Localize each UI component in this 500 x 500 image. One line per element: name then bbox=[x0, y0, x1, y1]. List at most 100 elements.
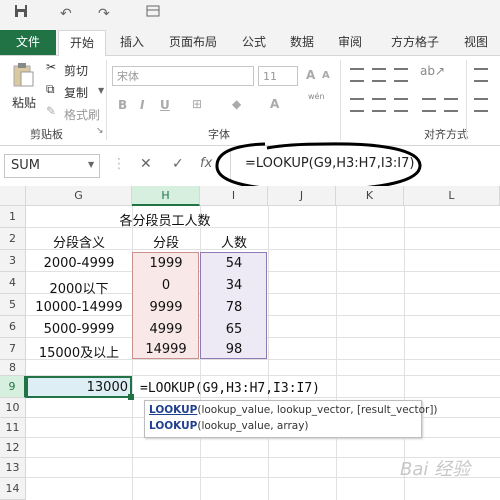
increase-indent-icon[interactable] bbox=[444, 98, 458, 112]
font-size-combo[interactable]: 11 bbox=[258, 66, 298, 86]
name-box-dropdown-icon[interactable]: ▼ bbox=[88, 160, 94, 169]
cell-g9-value: 13000 bbox=[86, 380, 128, 395]
tab-fangfang[interactable]: 方方格子 bbox=[380, 30, 450, 55]
header-count: 人数 bbox=[220, 236, 247, 251]
select-all-corner[interactable] bbox=[0, 186, 26, 206]
format-painter-icon[interactable]: ✎ bbox=[46, 104, 56, 118]
table-cell[interactable]: 2000-4999 bbox=[26, 256, 132, 271]
row-header-1[interactable]: 1 bbox=[0, 206, 26, 228]
wrap-text-icon[interactable] bbox=[474, 68, 488, 82]
row-header-4[interactable]: 4 bbox=[0, 272, 26, 294]
table-cell[interactable]: 78 bbox=[200, 300, 268, 315]
row-header-3[interactable]: 3 bbox=[0, 250, 26, 272]
align-center-icon[interactable] bbox=[372, 98, 386, 112]
middle-align-icon[interactable] bbox=[372, 68, 386, 82]
quick-access-toolbar: ↶ ↷ bbox=[0, 0, 500, 30]
row-header-7[interactable]: 7 bbox=[0, 338, 26, 360]
row-header-8[interactable]: 8 bbox=[0, 360, 26, 376]
gridline bbox=[336, 206, 337, 500]
in-cell-formula-editor[interactable]: =LOOKUP(G9,H3:H7,I3:I7) bbox=[140, 381, 320, 396]
table-cell[interactable]: 5000-9999 bbox=[26, 322, 132, 337]
copy-button[interactable]: 复制 bbox=[64, 84, 88, 101]
fill-handle[interactable] bbox=[128, 394, 134, 400]
tab-insert[interactable]: 插入 bbox=[110, 30, 154, 55]
table-cell[interactable]: 9999 bbox=[132, 300, 200, 315]
redo-icon[interactable]: ↷ bbox=[98, 4, 110, 24]
column-header-g[interactable]: G bbox=[26, 186, 132, 206]
table-cell[interactable]: 34 bbox=[200, 278, 268, 293]
font-name-combo[interactable]: 宋体 bbox=[112, 66, 254, 86]
orientation-icon[interactable]: ab↗ bbox=[420, 64, 445, 78]
tab-home[interactable]: 开始 bbox=[58, 30, 106, 57]
underline-button[interactable]: U bbox=[160, 98, 170, 112]
bottom-align-icon[interactable] bbox=[394, 68, 408, 82]
table-cell[interactable]: 10000-14999 bbox=[26, 300, 132, 315]
row-header-10[interactable]: 10 bbox=[0, 398, 26, 418]
cut-icon[interactable]: ✂ bbox=[46, 60, 56, 74]
table-cell[interactable]: 2000以下 bbox=[26, 278, 132, 297]
top-align-icon[interactable] bbox=[350, 68, 364, 82]
table-cell[interactable]: 0 bbox=[132, 278, 200, 293]
table-cell[interactable]: 4999 bbox=[132, 322, 200, 337]
copy-icon[interactable]: ⧉ bbox=[46, 82, 55, 97]
table-cell[interactable]: 15000及以上 bbox=[26, 342, 132, 361]
fill-color-icon[interactable]: ◆ bbox=[232, 97, 241, 111]
table-cell[interactable]: 65 bbox=[200, 322, 268, 337]
tab-file[interactable]: 文件 bbox=[0, 30, 56, 55]
sheet-icon[interactable] bbox=[146, 4, 160, 24]
row-header-11[interactable]: 11 bbox=[0, 418, 26, 438]
more-icon: ⋮ bbox=[112, 156, 126, 172]
row-header-6[interactable]: 6 bbox=[0, 316, 26, 338]
table-cell[interactable]: 14999 bbox=[132, 342, 200, 357]
decrease-indent-icon[interactable] bbox=[422, 98, 436, 112]
copy-dropdown-icon[interactable]: ▼ bbox=[98, 86, 104, 95]
lookup-function-link[interactable]: LOOKUP bbox=[149, 404, 197, 416]
row-header-12[interactable]: 12 bbox=[0, 438, 26, 458]
vector-signature-text: (lookup_value, lookup_vector, [result_ve… bbox=[197, 404, 438, 416]
alignment-group-label: 对齐方式 bbox=[424, 128, 468, 141]
borders-icon[interactable]: ⊞ bbox=[192, 97, 202, 111]
gridline bbox=[268, 206, 269, 500]
shrink-font-icon[interactable]: A bbox=[322, 70, 330, 81]
clipboard-launcher-icon[interactable]: ↘ bbox=[96, 126, 104, 136]
column-header-h[interactable]: H bbox=[132, 186, 200, 206]
undo-icon[interactable]: ↶ bbox=[60, 4, 72, 24]
tab-data[interactable]: 数据 bbox=[282, 30, 322, 55]
row-header-13[interactable]: 13 bbox=[0, 458, 26, 478]
ribbon: 粘贴 ✂ 剪切 ⧉ 复制 ▼ ✎ 格式刷 剪贴板 ↘ 宋体 11 A A B I… bbox=[0, 56, 500, 146]
row-header-14[interactable]: 14 bbox=[0, 478, 26, 500]
table-cell[interactable]: 98 bbox=[200, 342, 268, 357]
divider bbox=[466, 60, 467, 140]
enter-button[interactable]: ✓ bbox=[172, 156, 184, 172]
tab-review[interactable]: 审阅 bbox=[330, 30, 370, 55]
font-color-icon[interactable]: A bbox=[270, 97, 279, 111]
insert-function-button[interactable]: fx bbox=[200, 156, 212, 171]
font-group-label: 字体 bbox=[208, 128, 230, 141]
paste-button[interactable]: 粘贴 bbox=[12, 94, 36, 111]
save-icon[interactable] bbox=[14, 4, 28, 24]
cut-button[interactable]: 剪切 bbox=[64, 62, 88, 79]
table-cell[interactable]: 1999 bbox=[132, 256, 200, 271]
row-header-9[interactable]: 9 bbox=[0, 376, 26, 398]
paste-icon[interactable] bbox=[12, 62, 34, 91]
phonetic-button[interactable]: wén bbox=[308, 92, 325, 101]
tab-view[interactable]: 视图 bbox=[456, 30, 496, 55]
table-cell[interactable]: 54 bbox=[200, 256, 268, 271]
name-box[interactable]: SUM bbox=[4, 154, 100, 178]
italic-button[interactable]: I bbox=[140, 98, 144, 112]
grow-font-icon[interactable]: A bbox=[306, 68, 315, 82]
align-right-icon[interactable] bbox=[394, 98, 408, 112]
row-header-2[interactable]: 2 bbox=[0, 228, 26, 250]
tab-page-layout[interactable]: 页面布局 bbox=[160, 30, 226, 55]
column-header-l[interactable]: L bbox=[404, 186, 500, 206]
column-header-k[interactable]: K bbox=[336, 186, 404, 206]
tab-formulas[interactable]: 公式 bbox=[234, 30, 274, 55]
bold-button[interactable]: B bbox=[118, 98, 127, 112]
column-header-j[interactable]: J bbox=[268, 186, 336, 206]
row-header-5[interactable]: 5 bbox=[0, 294, 26, 316]
align-left-icon[interactable] bbox=[350, 98, 364, 112]
cancel-button[interactable]: ✕ bbox=[140, 156, 152, 172]
merge-center-icon[interactable] bbox=[474, 98, 488, 112]
column-header-i[interactable]: I bbox=[200, 186, 268, 206]
format-painter-button[interactable]: 格式刷 bbox=[64, 106, 100, 123]
